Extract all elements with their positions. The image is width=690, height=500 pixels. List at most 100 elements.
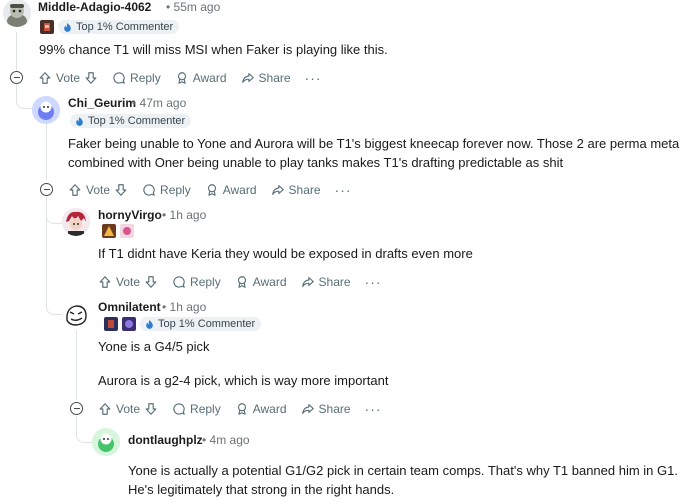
- award-button[interactable]: Award: [175, 71, 227, 85]
- comment-meta: • 55m ago: [166, 0, 220, 14]
- reply-label: Reply: [190, 275, 221, 289]
- share-icon: [301, 402, 315, 416]
- collapse-thread-button[interactable]: [10, 71, 23, 84]
- share-icon: [271, 183, 285, 197]
- more-options-button[interactable]: ···: [335, 182, 352, 198]
- comment-time[interactable]: 55m ago: [174, 0, 221, 14]
- avatar[interactable]: [62, 300, 90, 328]
- collapse-thread-button[interactable]: [70, 402, 83, 415]
- vote-label: Vote: [116, 402, 141, 416]
- upvote-icon[interactable]: [38, 71, 52, 85]
- flair-badge: Top 1% Commenter: [140, 317, 262, 331]
- meta-separator: •: [162, 300, 167, 314]
- reply-button[interactable]: Reply: [112, 71, 161, 85]
- thread-line-level-3: [76, 330, 77, 400]
- more-options-button[interactable]: ···: [365, 274, 382, 290]
- comment-body: Yone is actually a potential G1/G2 pick …: [128, 463, 678, 497]
- downvote-icon[interactable]: [84, 71, 98, 85]
- share-icon: [241, 71, 255, 85]
- avatar[interactable]: [92, 428, 120, 456]
- comment-body-line: Aurora is a g2-4 pick, which is way more…: [98, 373, 389, 388]
- more-options-button[interactable]: ···: [365, 401, 382, 417]
- comment-username[interactable]: hornyVirgo: [98, 208, 162, 222]
- downvote-icon[interactable]: [144, 275, 158, 289]
- vote-control: Vote: [68, 183, 128, 197]
- flair-champion-image: [122, 317, 136, 331]
- reply-button[interactable]: Reply: [172, 402, 221, 416]
- flame-icon: [144, 319, 155, 330]
- comment-username[interactable]: dontlaughplz: [128, 433, 203, 447]
- award-icon: [175, 71, 189, 85]
- comment-username[interactable]: Middle-Adagio-4062: [38, 0, 151, 14]
- reply-label: Reply: [190, 402, 221, 416]
- meta-separator: •: [166, 0, 171, 14]
- comment-time[interactable]: 4m ago: [210, 433, 250, 447]
- comment-username[interactable]: Chi_Geurim: [68, 96, 136, 110]
- comment-body-line: Yone is a G4/5 pick: [98, 339, 210, 354]
- reply-button[interactable]: Reply: [142, 183, 191, 197]
- award-button[interactable]: Award: [235, 402, 287, 416]
- comment-username[interactable]: Omnilatent: [98, 300, 161, 314]
- avatar[interactable]: [62, 208, 90, 236]
- reply-button[interactable]: Reply: [172, 275, 221, 289]
- thread-line-level-2: [46, 124, 47, 180]
- comment-time[interactable]: 47m ago: [140, 96, 187, 110]
- downvote-icon[interactable]: [114, 183, 128, 197]
- flair-label: Top 1% Commenter: [88, 115, 186, 127]
- meta-separator: •: [162, 208, 167, 222]
- comment-time[interactable]: 1h ago: [170, 208, 207, 222]
- upvote-icon[interactable]: [68, 183, 82, 197]
- flair-label: Top 1% Commenter: [158, 318, 256, 330]
- award-icon: [235, 275, 249, 289]
- reply-icon: [172, 402, 186, 416]
- share-button[interactable]: Share: [301, 402, 351, 416]
- flame-icon: [62, 22, 73, 33]
- comment-body: Faker being unable to Yone and Aurora wi…: [68, 136, 680, 170]
- share-label: Share: [258, 71, 291, 85]
- downvote-icon[interactable]: [144, 402, 158, 416]
- flair-badge: Top 1% Commenter: [70, 114, 192, 128]
- upvote-icon[interactable]: [98, 402, 112, 416]
- avatar[interactable]: [32, 96, 60, 124]
- vote-control: Vote: [98, 275, 158, 289]
- reply-icon: [142, 183, 156, 197]
- award-icon: [205, 183, 219, 197]
- more-options-button[interactable]: ···: [305, 70, 322, 86]
- award-label: Award: [222, 183, 257, 197]
- award-button[interactable]: Award: [235, 275, 287, 289]
- share-label: Share: [318, 402, 351, 416]
- reply-icon: [172, 275, 186, 289]
- flair-champion-image: [102, 224, 116, 238]
- vote-control: Vote: [98, 402, 158, 416]
- share-icon: [301, 275, 315, 289]
- award-button[interactable]: Award: [205, 183, 257, 197]
- flame-icon: [74, 116, 85, 127]
- vote-label: Vote: [56, 71, 81, 85]
- share-button[interactable]: Share: [241, 71, 291, 85]
- meta-separator: •: [202, 433, 207, 447]
- vote-label: Vote: [86, 183, 111, 197]
- vote-control: Vote: [38, 71, 98, 85]
- user-flair-row: Top 1% Commenter: [104, 316, 262, 332]
- vote-label: Vote: [116, 275, 141, 289]
- award-label: Award: [252, 275, 287, 289]
- flair-badge: Top 1% Commenter: [58, 20, 180, 34]
- comment-meta: • 1h ago: [162, 300, 206, 314]
- comment-time[interactable]: 1h ago: [170, 300, 207, 314]
- flair-champion-image: [120, 224, 134, 238]
- share-button[interactable]: Share: [301, 275, 351, 289]
- flair-champion-image: [40, 20, 54, 34]
- user-flair-row: Top 1% Commenter: [70, 113, 192, 129]
- award-label: Award: [192, 71, 227, 85]
- flair-champion-image: [104, 317, 118, 331]
- comment-actions: Vote Reply Award Share ···: [98, 399, 382, 419]
- collapse-thread-button[interactable]: [40, 183, 53, 196]
- upvote-icon[interactable]: [98, 275, 112, 289]
- share-button[interactable]: Share: [271, 183, 321, 197]
- award-icon: [235, 402, 249, 416]
- comment-meta: • 1h ago: [162, 208, 206, 222]
- comment-actions: Vote Reply Award Share ···: [68, 180, 352, 200]
- reply-label: Reply: [130, 71, 161, 85]
- avatar[interactable]: [3, 0, 31, 27]
- reply-label: Reply: [160, 183, 191, 197]
